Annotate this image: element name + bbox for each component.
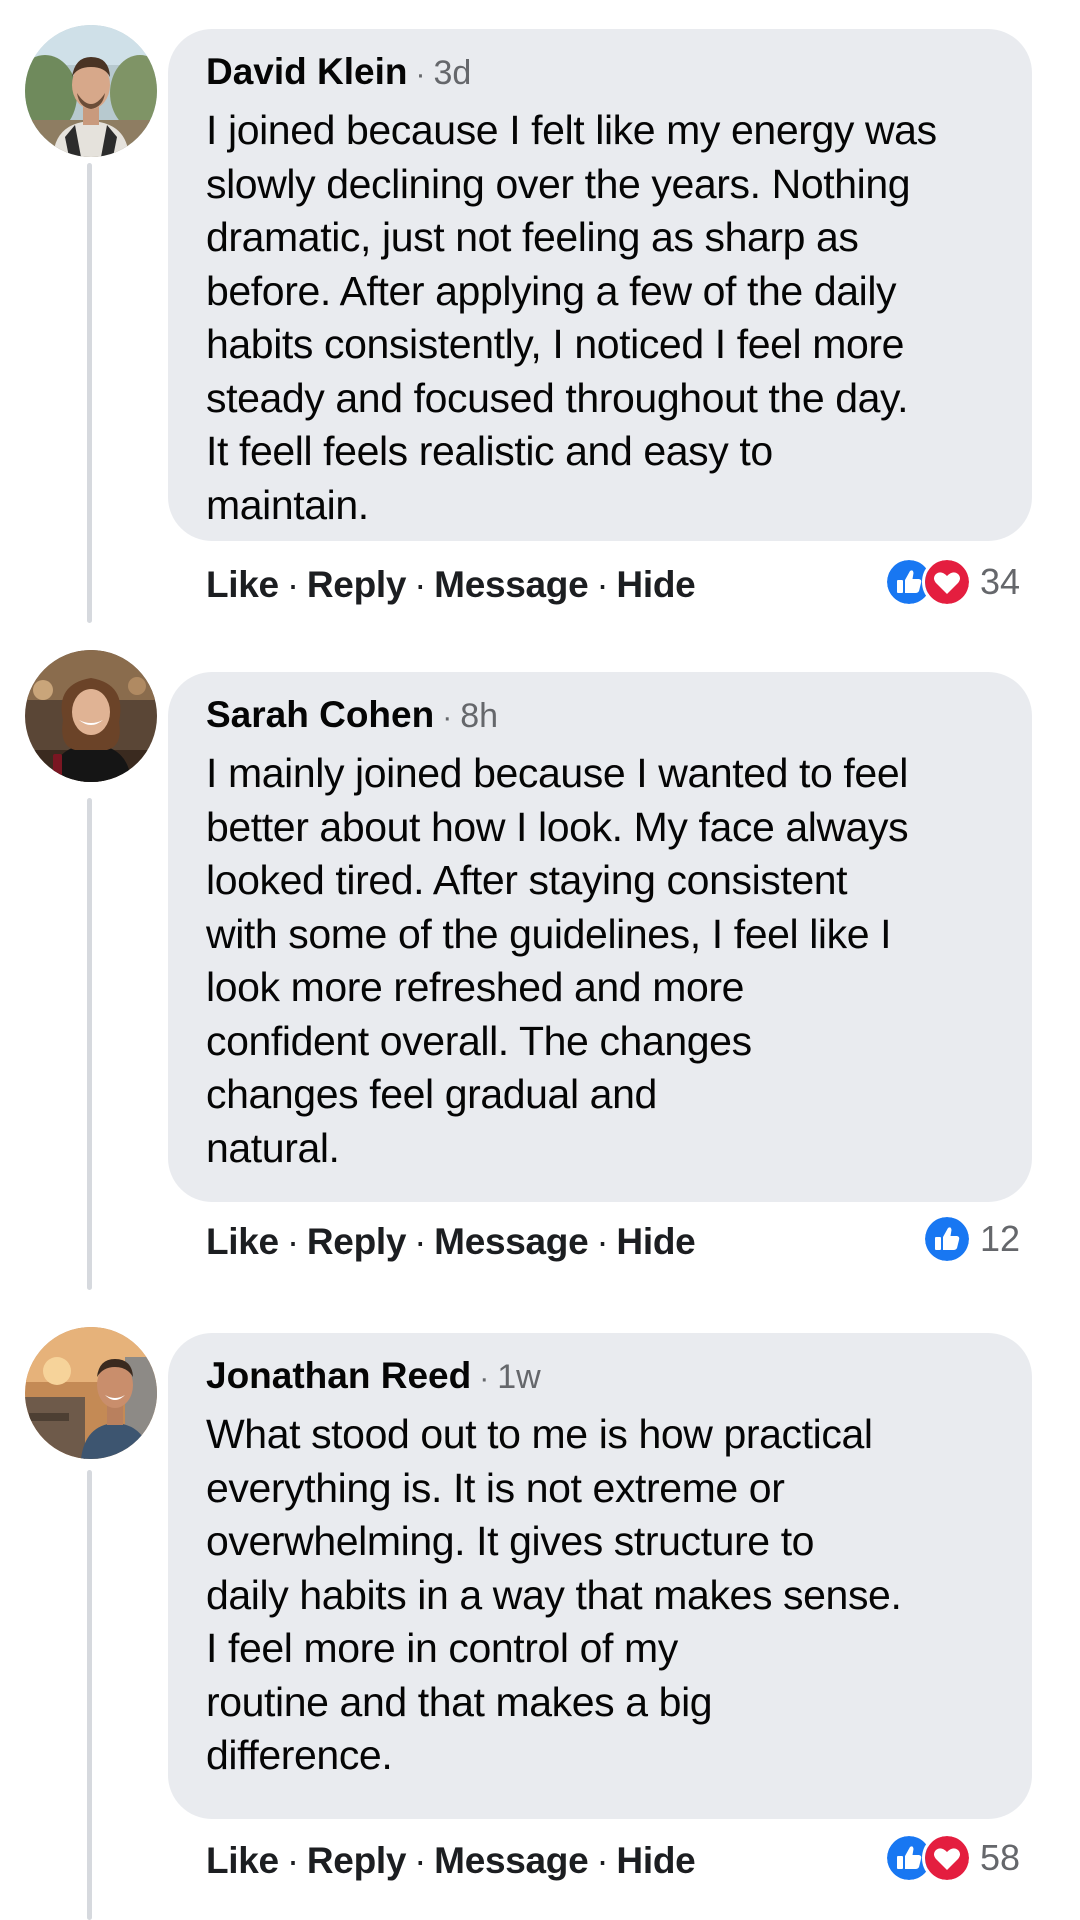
thread-line	[87, 798, 92, 1290]
separator-dot: ·	[414, 1840, 427, 1881]
reaction-summary[interactable]: 12	[921, 1214, 1020, 1264]
message-button[interactable]: Message	[434, 1840, 589, 1881]
comment-actions: Like · Reply · Message · Hide	[206, 1221, 696, 1263]
separator-dot: ·	[442, 701, 453, 734]
separator-dot: ·	[415, 58, 426, 91]
reply-button[interactable]: Reply	[307, 1840, 407, 1881]
hide-button[interactable]: Hide	[616, 564, 695, 605]
like-button[interactable]: Like	[206, 564, 279, 605]
avatar[interactable]	[25, 25, 157, 157]
author-name[interactable]: David Klein	[206, 51, 408, 92]
separator-dot: ·	[286, 1221, 299, 1262]
reply-button[interactable]: Reply	[307, 1221, 407, 1262]
comment-bubble: David Klein · 3d I joined because I felt l…	[168, 29, 1032, 541]
thread-line	[87, 1470, 92, 1920]
separator-dot: ·	[596, 1840, 609, 1881]
reaction-count: 34	[979, 561, 1020, 602]
message-button[interactable]: Message	[434, 564, 589, 605]
avatar-photo-man-sunset	[25, 1327, 157, 1459]
avatar-photo-man-outdoors	[25, 25, 157, 157]
comment-header: David Klein · 3d	[206, 49, 1002, 98]
like-button[interactable]: Like	[206, 1221, 279, 1262]
comment-actions: Like · Reply · Message · Hide	[206, 564, 696, 606]
reaction-summary[interactable]: 34	[883, 557, 1020, 607]
reaction-icons	[883, 557, 972, 607]
comment-bubble: Sarah Cohen · 8h I mainly joined because I…	[168, 672, 1032, 1202]
hide-button[interactable]: Hide	[616, 1840, 695, 1881]
separator-dot: ·	[414, 564, 427, 605]
separator-dot: ·	[286, 564, 299, 605]
reaction-summary[interactable]: 58	[883, 1833, 1020, 1883]
separator-dot: ·	[596, 1221, 609, 1262]
thread-line	[87, 163, 92, 623]
like-button[interactable]: Like	[206, 1840, 279, 1881]
comment-header: Sarah Cohen · 8h	[206, 692, 1002, 741]
avatar-photo-woman-restaurant	[25, 650, 157, 782]
comment-time[interactable]: 8h	[460, 697, 498, 735]
like-icon	[921, 1214, 972, 1264]
author-name[interactable]: Sarah Cohen	[206, 694, 434, 735]
comment-time[interactable]: 3d	[434, 54, 472, 92]
comment-text: What stood out to me is how practical ev…	[206, 1411, 902, 1778]
comment-header: Jonathan Reed · 1w	[206, 1353, 1002, 1402]
separator-dot: ·	[414, 1221, 427, 1262]
separator-dot: ·	[479, 1362, 490, 1395]
reaction-icons	[921, 1214, 972, 1264]
reply-button[interactable]: Reply	[307, 564, 407, 605]
love-icon	[921, 1833, 972, 1883]
avatar[interactable]	[25, 650, 157, 782]
comment-text: I mainly joined because I wanted to feel…	[206, 750, 909, 1171]
separator-dot: ·	[596, 564, 609, 605]
comment-text: I joined because I felt like my energy w…	[206, 107, 937, 528]
comment-bubble: Jonathan Reed · 1w What stood out to me is…	[168, 1333, 1032, 1819]
comment-time[interactable]: 1w	[497, 1358, 540, 1396]
reaction-count: 58	[979, 1837, 1020, 1878]
comment-actions: Like · Reply · Message · Hide	[206, 1840, 696, 1882]
love-icon	[921, 557, 972, 607]
hide-button[interactable]: Hide	[616, 1221, 695, 1262]
reaction-icons	[883, 1833, 972, 1883]
avatar[interactable]	[25, 1327, 157, 1459]
reaction-count: 12	[979, 1218, 1020, 1259]
message-button[interactable]: Message	[434, 1221, 589, 1262]
author-name[interactable]: Jonathan Reed	[206, 1355, 471, 1396]
separator-dot: ·	[286, 1840, 299, 1881]
